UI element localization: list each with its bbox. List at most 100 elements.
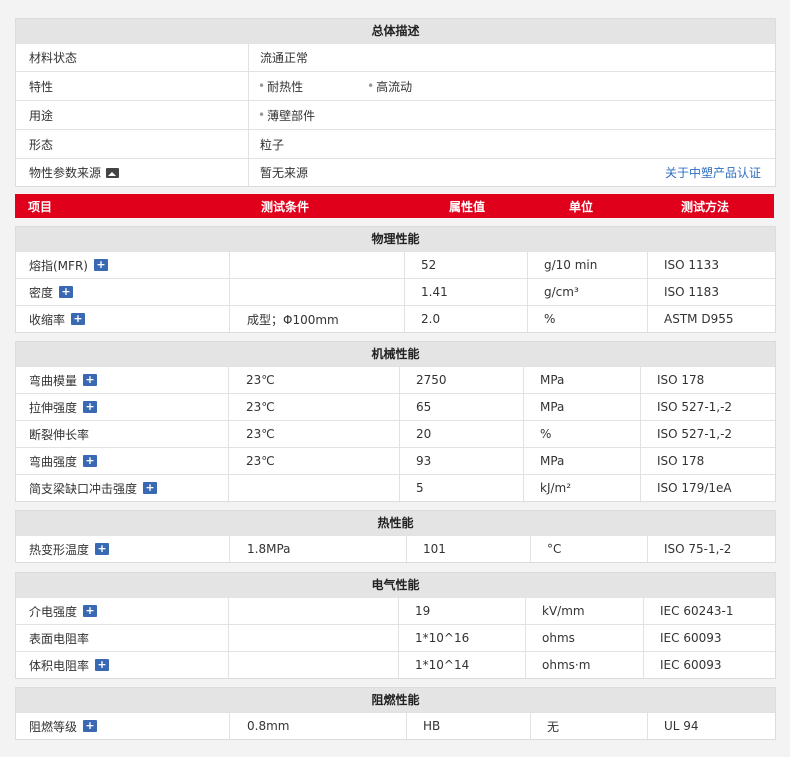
electrical-section: 电气性能 介电强度 +19 kV/mm IEC 60243-1 表面电阻率 1*10^16… bbox=[15, 572, 776, 679]
bullet-icon: • bbox=[367, 79, 375, 93]
test-condition: 23℃ bbox=[246, 427, 275, 441]
test-method-cell: ISO 178 bbox=[640, 448, 775, 474]
property-value-cell: 1*10^14 bbox=[398, 652, 525, 678]
test-method: IEC 60093 bbox=[660, 658, 722, 672]
test-method-cell: ISO 75-1,-2 bbox=[647, 536, 775, 562]
unit: kV/mm bbox=[542, 604, 585, 618]
header-value: 属性值 bbox=[449, 199, 486, 214]
test-method-cell: IEC 60093 bbox=[643, 652, 775, 678]
overview-title: 总体描述 bbox=[16, 19, 775, 43]
image-icon[interactable] bbox=[106, 167, 120, 178]
flame-title: 阻燃性能 bbox=[16, 688, 775, 712]
property-name-cell: 拉伸强度 + bbox=[16, 394, 228, 420]
test-method: ISO 527-1,-2 bbox=[657, 400, 733, 414]
unit: MPa bbox=[540, 454, 565, 468]
header-method: 测试方法 bbox=[681, 199, 730, 214]
expand-plus-icon[interactable]: + bbox=[83, 401, 98, 413]
unit: kJ/m² bbox=[540, 481, 572, 495]
unit: °C bbox=[547, 542, 562, 556]
expand-plus-icon[interactable]: + bbox=[83, 374, 98, 386]
test-condition-cell: 23℃ bbox=[228, 394, 399, 420]
unit-cell: % bbox=[523, 421, 640, 447]
physical-section: 物理性能 熔指(MFR) +52 g/10 min ISO 1133 密度 +1.41 g/… bbox=[15, 226, 776, 333]
material-state-value: 流通正常 bbox=[248, 44, 775, 71]
property-name-cell: 热变形温度 + bbox=[16, 536, 229, 562]
unit: MPa bbox=[540, 400, 565, 414]
property-value-cell: 52 bbox=[404, 252, 527, 278]
property-name-cell: 弯曲模量 + bbox=[16, 367, 228, 393]
test-method: ISO 178 bbox=[657, 373, 705, 387]
property-name: 弯曲模量 bbox=[29, 373, 78, 388]
test-method: ISO 178 bbox=[657, 454, 705, 468]
property-value: 65 bbox=[416, 400, 432, 414]
source-label-cell: 物性参数来源 bbox=[16, 159, 248, 186]
certification-link[interactable]: 关于中塑产品认证 bbox=[665, 164, 761, 181]
property-name: 阻燃等级 bbox=[29, 719, 78, 734]
expand-plus-icon[interactable]: + bbox=[95, 659, 110, 671]
expand-plus-icon[interactable]: + bbox=[83, 605, 98, 617]
test-method-cell: ASTM D955 bbox=[647, 306, 775, 332]
expand-plus-icon[interactable]: + bbox=[95, 543, 110, 555]
property-value-cell: 1.41 bbox=[404, 279, 527, 305]
property-name: 收缩率 bbox=[29, 312, 66, 327]
expand-plus-icon[interactable]: + bbox=[83, 720, 98, 732]
test-method-cell: ISO 527-1,-2 bbox=[640, 394, 775, 420]
source-label: 物性参数来源 bbox=[29, 166, 102, 180]
property-name-cell: 介电强度 + bbox=[16, 598, 228, 624]
property-value: 20 bbox=[416, 427, 432, 441]
property-value: 2.0 bbox=[421, 312, 441, 326]
unit: % bbox=[540, 427, 552, 441]
features-row: 特性 • 耐热性 • 高流动 bbox=[16, 71, 775, 100]
unit-cell: MPa bbox=[523, 367, 640, 393]
property-name-cell: 弯曲强度 + bbox=[16, 448, 228, 474]
expand-plus-icon[interactable]: + bbox=[143, 482, 158, 494]
table-row: 介电强度 +19 kV/mm IEC 60243-1 bbox=[16, 597, 775, 624]
test-condition-cell: 23℃ bbox=[228, 448, 399, 474]
unit: ohms bbox=[542, 631, 575, 645]
test-method-cell: UL 94 bbox=[647, 713, 775, 739]
property-value: 5 bbox=[416, 481, 424, 495]
property-value: 1.41 bbox=[421, 285, 448, 299]
usage-row: 用途 • 薄壁部件 bbox=[16, 100, 775, 129]
form-value: 粒子 bbox=[248, 130, 775, 158]
test-condition: 0.8mm bbox=[247, 719, 290, 733]
source-value: 暂无来源 bbox=[260, 166, 309, 180]
property-name: 弯曲强度 bbox=[29, 454, 78, 469]
electrical-title: 电气性能 bbox=[16, 573, 775, 597]
unit: % bbox=[544, 312, 556, 326]
property-name: 熔指(MFR) bbox=[29, 258, 88, 273]
test-condition-cell: 23℃ bbox=[228, 421, 399, 447]
property-value: 1*10^14 bbox=[415, 658, 470, 672]
property-value: 93 bbox=[416, 454, 432, 468]
form-label: 形态 bbox=[29, 137, 54, 152]
expand-plus-icon[interactable]: + bbox=[71, 313, 86, 325]
unit-cell: % bbox=[527, 306, 647, 332]
property-value-cell: 20 bbox=[399, 421, 523, 447]
thermal-rows: 热变形温度 +1.8MPa 101 °C ISO 75-1,-2 bbox=[16, 535, 775, 562]
property-name: 介电强度 bbox=[29, 604, 78, 619]
property-name-cell: 密度 + bbox=[16, 279, 229, 305]
table-row: 表面电阻率 1*10^16 ohms IEC 60093 bbox=[16, 624, 775, 651]
property-value-cell: 19 bbox=[398, 598, 525, 624]
property-value-cell: 65 bbox=[399, 394, 523, 420]
feature-item: 耐热性 bbox=[267, 79, 304, 94]
property-value: HB bbox=[423, 719, 441, 733]
unit: ohms·m bbox=[542, 658, 591, 672]
property-name-cell: 断裂伸长率 bbox=[16, 421, 228, 447]
mechanical-rows: 弯曲模量 +23℃ 2750 MPa ISO 178 拉伸强度 +23℃ 65 MPa ISO 5… bbox=[16, 366, 775, 501]
property-value: 52 bbox=[421, 258, 437, 272]
expand-plus-icon[interactable]: + bbox=[93, 259, 108, 271]
physical-rows: 熔指(MFR) +52 g/10 min ISO 1133 密度 +1.41 g/cm³ IS… bbox=[16, 251, 775, 332]
usage-item: 薄壁部件 bbox=[267, 108, 316, 123]
thermal-section: 热性能 热变形温度 +1.8MPa 101 °C ISO 75-1,-2 bbox=[15, 510, 776, 563]
test-method-cell: ISO 178 bbox=[640, 367, 775, 393]
expand-plus-icon[interactable]: + bbox=[59, 286, 74, 298]
thermal-title: 热性能 bbox=[16, 511, 775, 535]
test-method-cell: IEC 60093 bbox=[643, 625, 775, 651]
test-condition-cell: 0.8mm bbox=[229, 713, 406, 739]
table-row: 熔指(MFR) +52 g/10 min ISO 1133 bbox=[16, 251, 775, 278]
feature-item: 高流动 bbox=[376, 79, 413, 94]
property-value: 19 bbox=[415, 604, 431, 618]
expand-plus-icon[interactable]: + bbox=[83, 455, 98, 467]
test-condition: 23℃ bbox=[246, 454, 275, 468]
